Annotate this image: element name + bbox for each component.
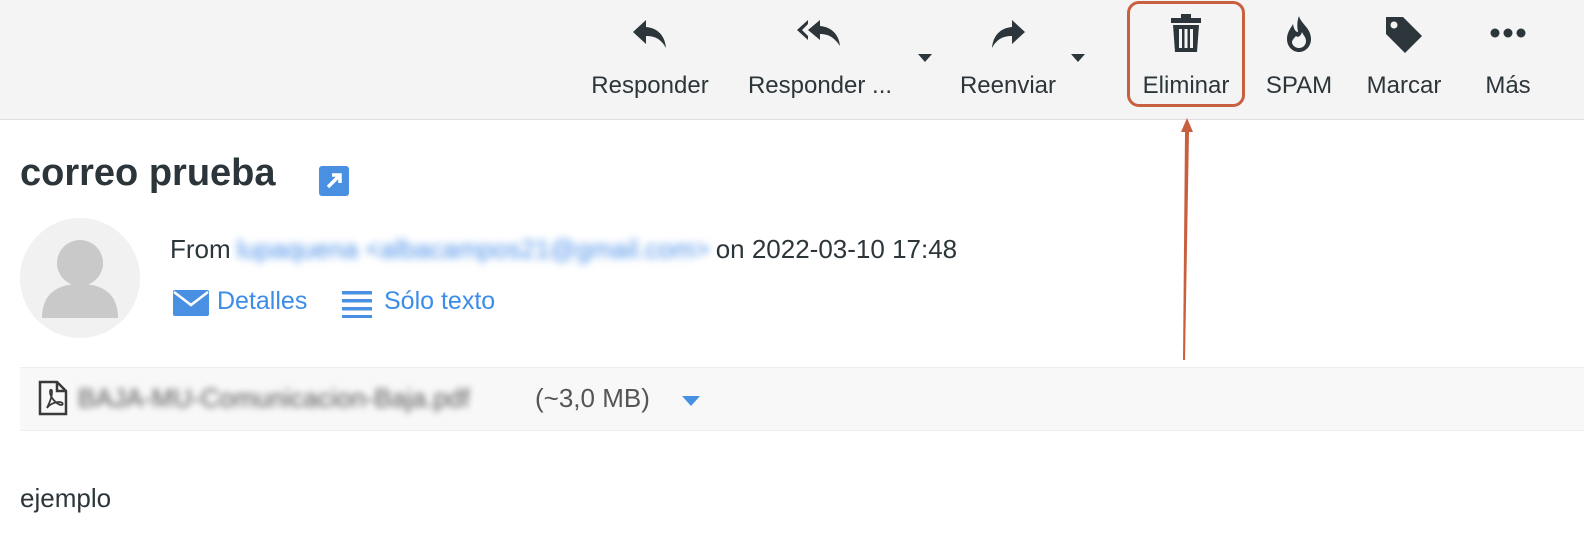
message-subject: correo prueba <box>20 152 276 194</box>
list-lines-icon[interactable] <box>342 288 372 323</box>
plain-text-link[interactable]: Sólo texto <box>384 287 495 316</box>
annotation-arrow <box>1181 118 1193 360</box>
from-label: From <box>170 233 231 264</box>
user-silhouette-icon <box>42 240 118 318</box>
attachment-menu-caret-icon[interactable] <box>681 394 701 412</box>
attachment-name[interactable]: BAJA-MU-Comunicacion-Baja.pdf <box>78 383 470 414</box>
message-body: ejemplo <box>20 483 112 513</box>
message-date: on 2022-03-10 17:48 <box>715 233 958 264</box>
open-external-icon[interactable] <box>318 165 350 202</box>
details-link[interactable]: Detalles <box>217 287 307 316</box>
from-line: From lupaquena <albacampos21@gmail.com> … <box>170 232 957 266</box>
sender-avatar <box>20 218 140 338</box>
sender-address[interactable]: lupaquena <albacampos21@gmail.com> <box>237 234 710 265</box>
attachment-size: (~3,0 MB) <box>535 383 650 413</box>
envelope-icon[interactable] <box>173 290 209 321</box>
pdf-file-icon <box>38 380 68 421</box>
